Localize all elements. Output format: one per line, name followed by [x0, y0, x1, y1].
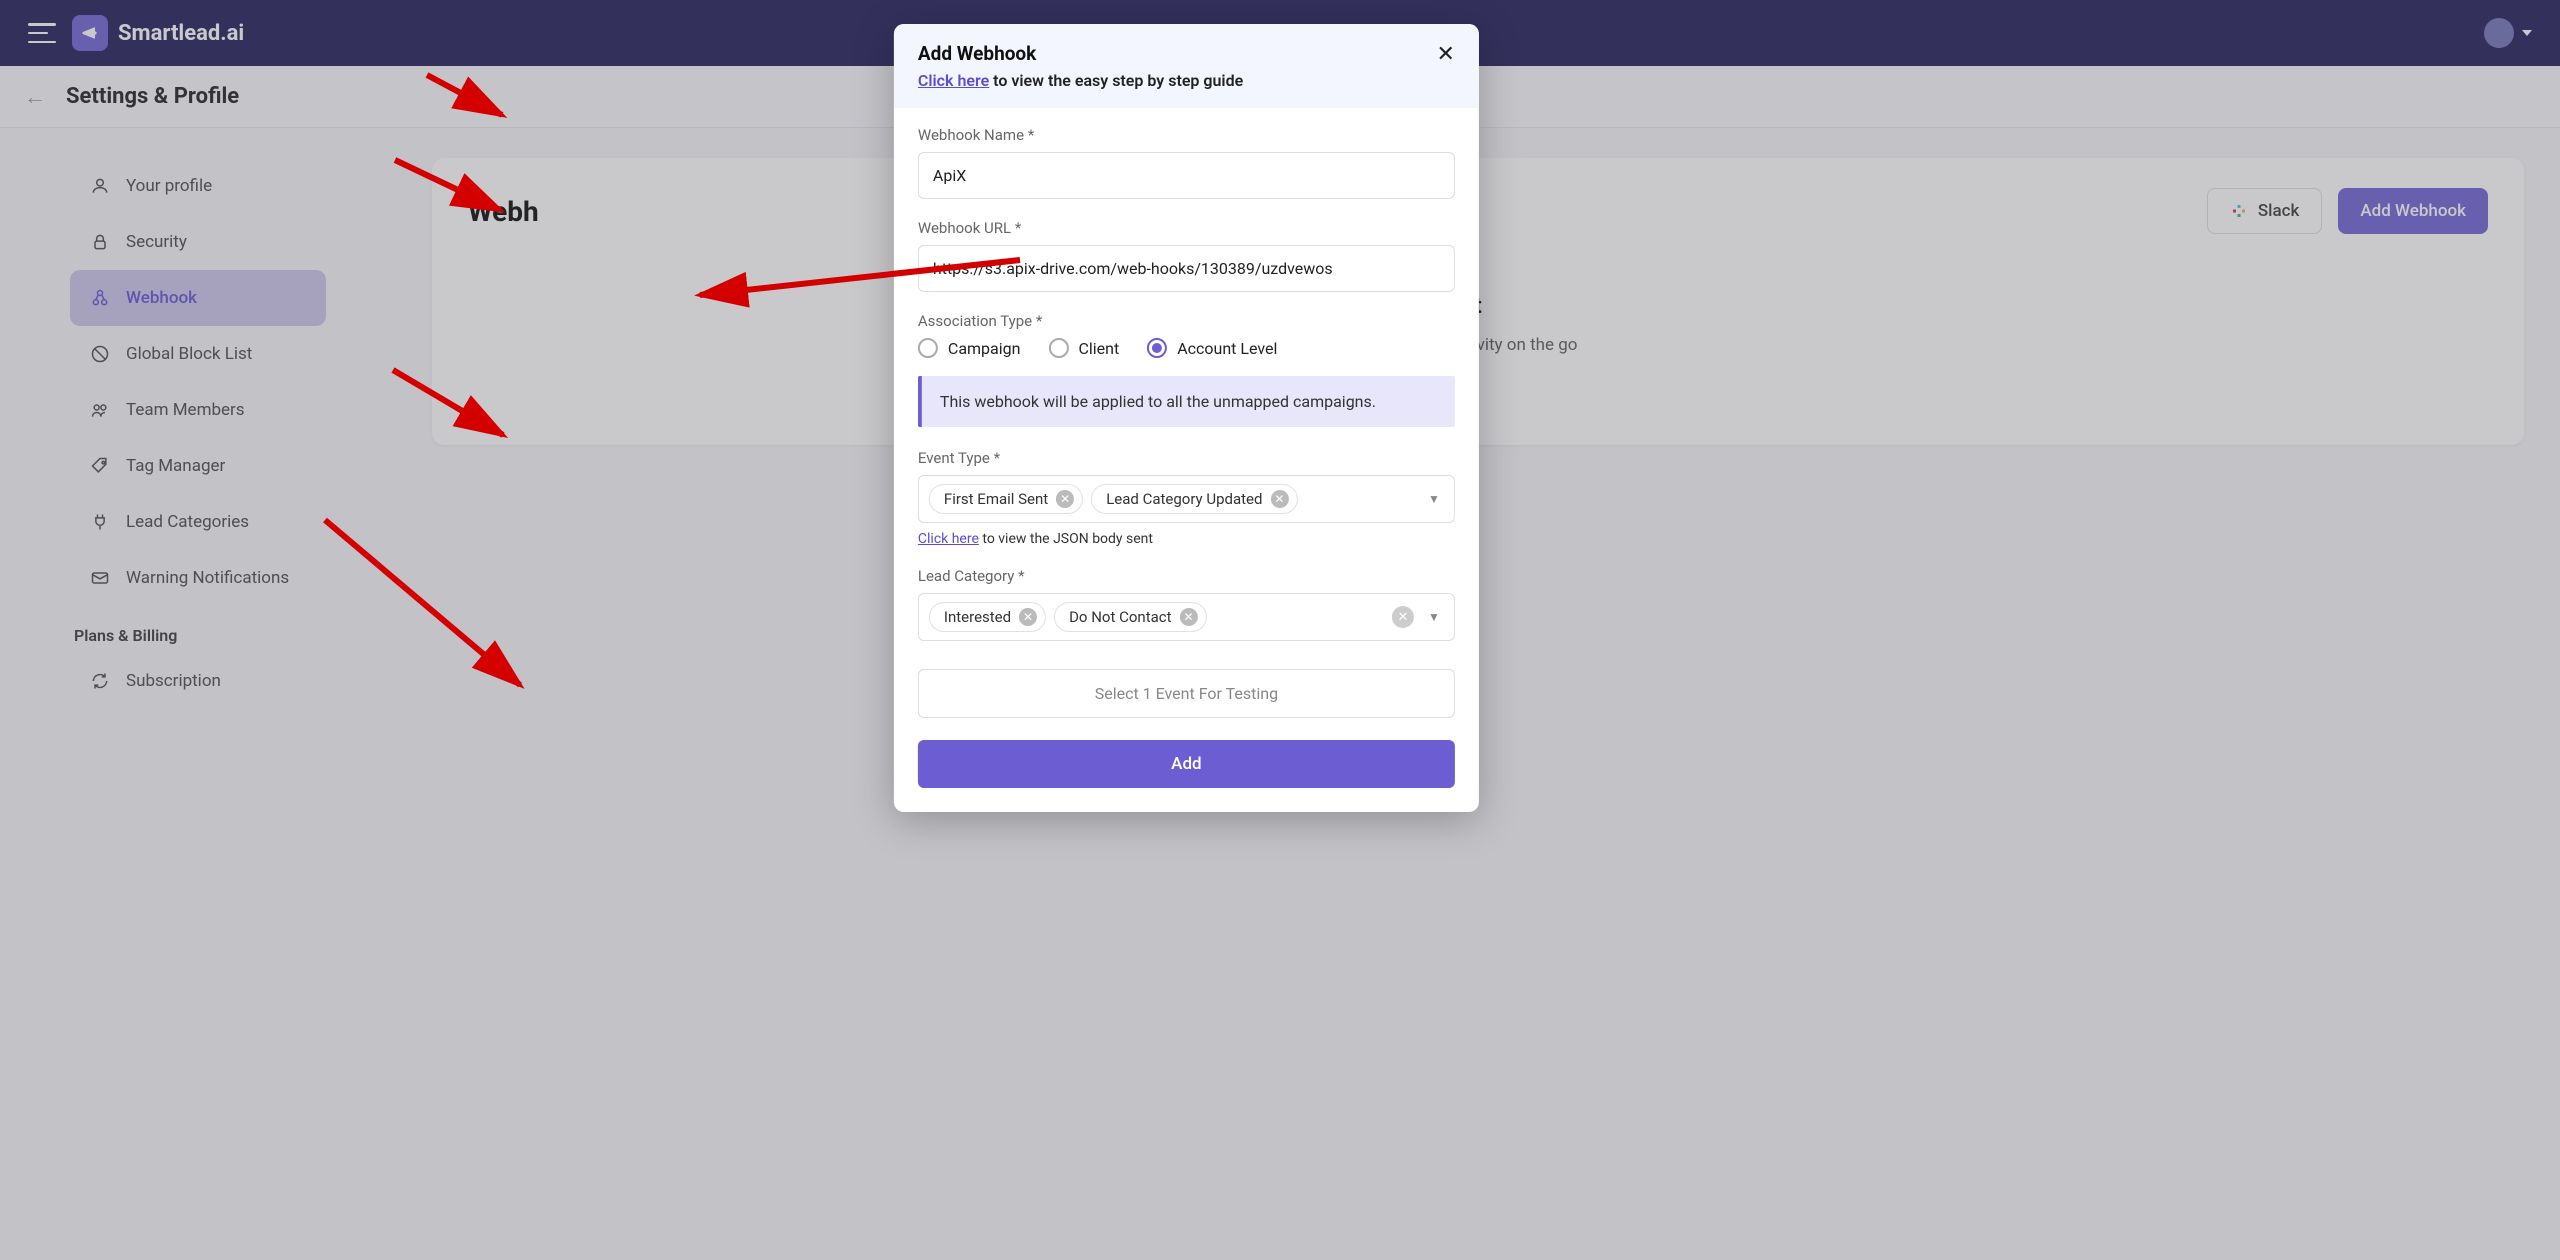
guide-link[interactable]: Click here [918, 71, 989, 90]
chip-lead-category-updated: Lead Category Updated✕ [1091, 484, 1297, 514]
radio-client[interactable]: Client [1048, 338, 1119, 358]
chip-remove-icon[interactable]: ✕ [1056, 490, 1074, 508]
clear-all-icon[interactable]: ✕ [1392, 606, 1414, 628]
radio-campaign[interactable]: Campaign [918, 338, 1021, 358]
add-webhook-modal: Add Webhook Click here to view the easy … [894, 24, 1479, 812]
lead-category-label: Lead Category * [918, 567, 1455, 585]
close-icon[interactable]: ✕ [1436, 42, 1454, 67]
modal-title: Add Webhook [918, 42, 1243, 65]
json-hint: Click here to view the JSON body sent [918, 531, 1455, 547]
webhook-name-label: Webhook Name * [918, 126, 1455, 144]
association-info-banner: This webhook will be applied to all the … [918, 376, 1455, 427]
chip-remove-icon[interactable]: ✕ [1270, 490, 1288, 508]
association-type-label: Association Type * [918, 312, 1455, 330]
add-button[interactable]: Add [918, 740, 1455, 788]
chip-remove-icon[interactable]: ✕ [1180, 608, 1198, 626]
event-type-label: Event Type * [918, 449, 1455, 467]
radio-account-level[interactable]: Account Level [1147, 338, 1277, 358]
chip-first-email-sent: First Email Sent✕ [929, 484, 1083, 514]
webhook-url-label: Webhook URL * [918, 219, 1455, 237]
select-test-event-button[interactable]: Select 1 Event For Testing [918, 669, 1455, 718]
chevron-down-icon[interactable]: ▼ [1428, 610, 1440, 624]
webhook-url-input[interactable] [918, 245, 1455, 292]
chevron-down-icon[interactable]: ▼ [1428, 492, 1440, 506]
chip-do-not-contact: Do Not Contact✕ [1054, 602, 1206, 632]
chip-interested: Interested✕ [929, 602, 1046, 632]
association-type-radio-group: Campaign Client Account Level [918, 338, 1455, 358]
webhook-name-input[interactable] [918, 152, 1455, 199]
modal-subtitle: Click here to view the easy step by step… [918, 71, 1243, 90]
event-type-select[interactable]: First Email Sent✕ Lead Category Updated✕… [918, 475, 1455, 523]
chip-remove-icon[interactable]: ✕ [1019, 608, 1037, 626]
lead-category-select[interactable]: Interested✕ Do Not Contact✕ ✕ ▼ [918, 593, 1455, 641]
json-link[interactable]: Click here [918, 531, 979, 547]
